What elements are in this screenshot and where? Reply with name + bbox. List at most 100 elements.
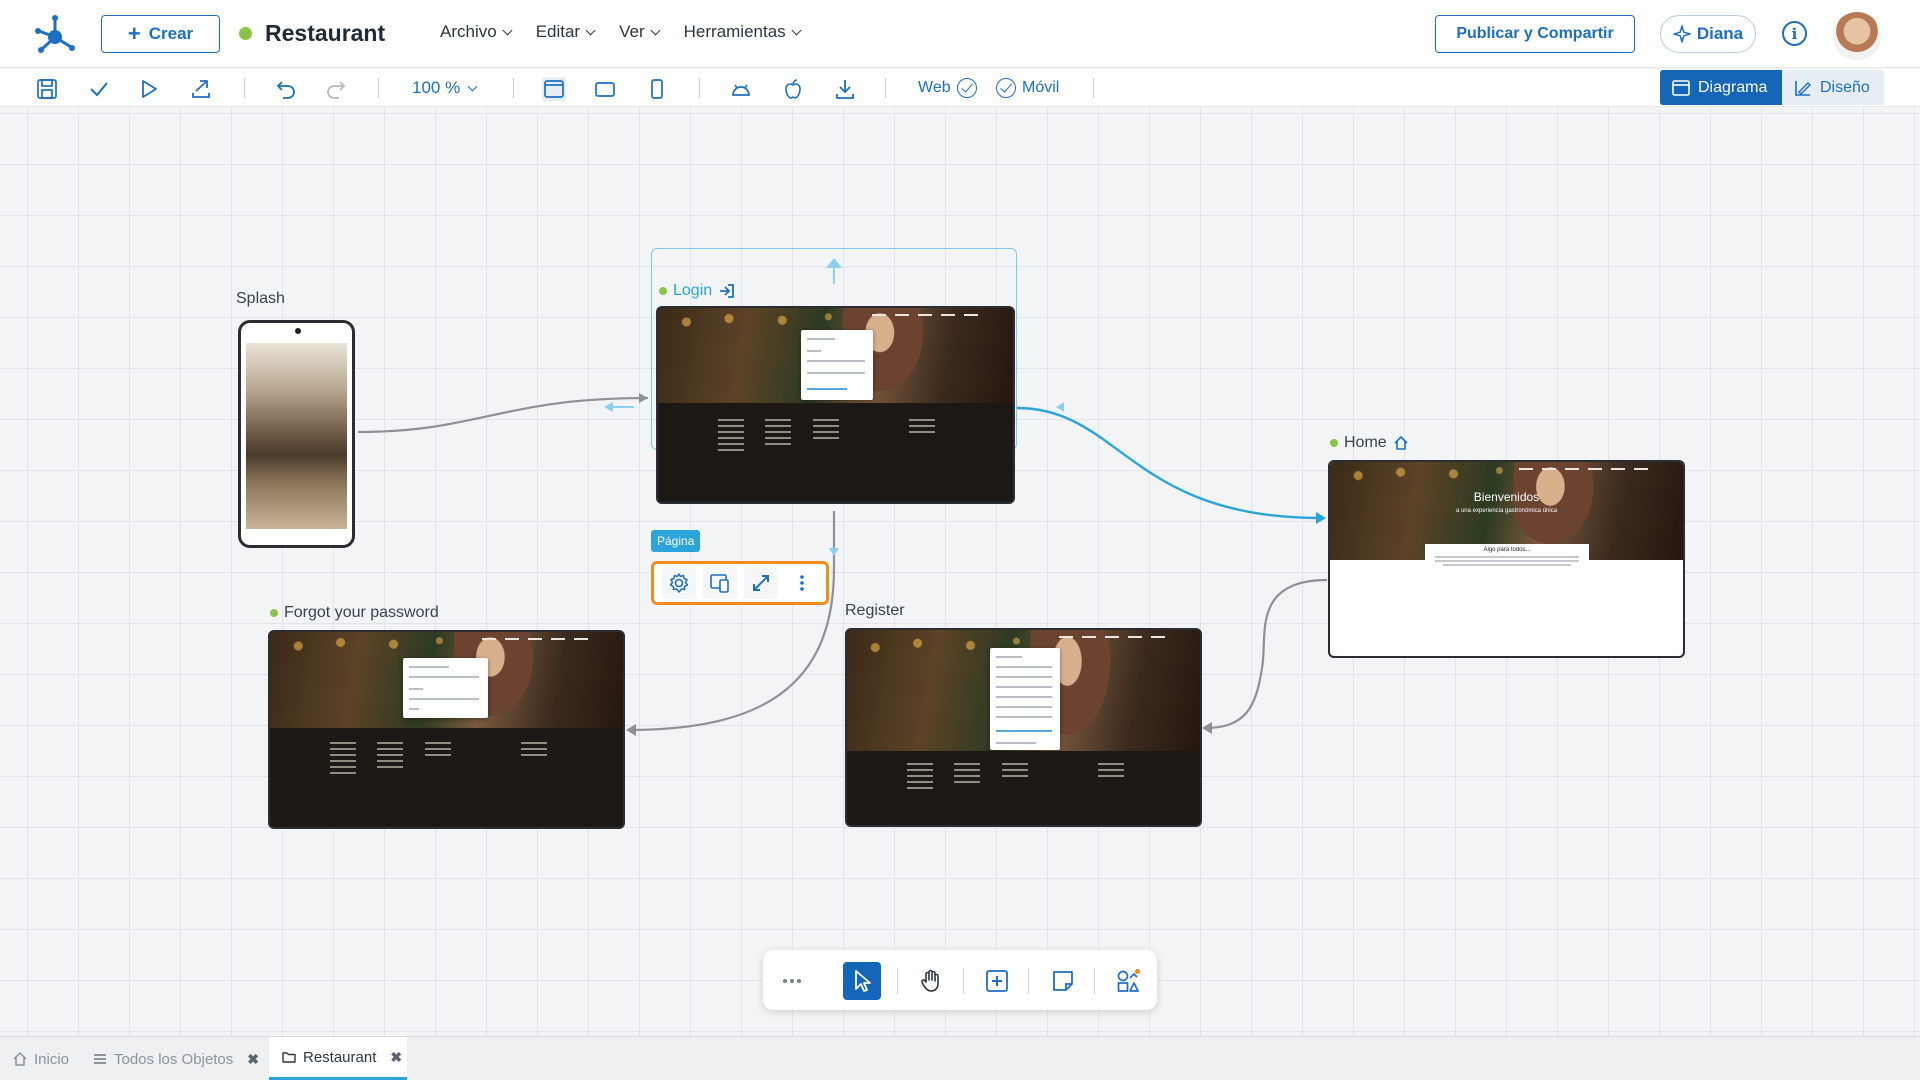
list-icon [94, 1054, 106, 1064]
more-options-button[interactable] [785, 567, 819, 599]
publish-share-button[interactable]: Publicar y Compartir [1435, 15, 1635, 53]
desktop-view-icon[interactable] [542, 77, 566, 101]
web-platform-toggle[interactable]: Web [918, 78, 977, 98]
preview-nav [1518, 468, 1648, 470]
home-hero-subtitle: a una experiencia gastronómica única [1455, 508, 1558, 514]
more-horizontal-icon [783, 979, 801, 983]
toolbar-divider [244, 78, 245, 98]
page-node-register[interactable] [845, 628, 1202, 827]
redo-icon[interactable] [324, 77, 348, 101]
home-icon [1394, 436, 1408, 450]
undo-icon[interactable] [274, 77, 298, 101]
responsive-preview-button[interactable] [702, 567, 737, 599]
expand-icon [752, 575, 769, 591]
add-note-button[interactable] [1044, 962, 1082, 1000]
connector-splash-login [357, 396, 649, 434]
diagram-canvas[interactable]: Splash Login Página Forgot your password… [0, 108, 1920, 1036]
select-tool-button[interactable] [843, 962, 881, 1000]
page-node-home[interactable]: Bienvenidos a una experiencia gastronómi… [1328, 460, 1685, 658]
chevron-down-icon [650, 25, 661, 35]
diagram-view-button[interactable]: Diagrama [1660, 70, 1782, 105]
toolbar-divider [963, 968, 964, 994]
sparkle-icon [1673, 25, 1691, 43]
user-avatar[interactable] [1833, 12, 1881, 60]
toolbar-divider [378, 78, 379, 98]
menu-ver[interactable]: Ver [619, 22, 661, 42]
menu-herramientas[interactable]: Herramientas [684, 22, 802, 42]
more-tools-button[interactable] [773, 962, 811, 1000]
play-icon[interactable] [137, 77, 161, 101]
settings-button[interactable] [661, 567, 696, 599]
toolbar-divider [699, 78, 700, 98]
app-logo-icon[interactable] [34, 13, 76, 55]
page-node-splash[interactable] [238, 320, 355, 548]
app-header: + Crear Restaurant Archivo Editar Ver He… [0, 0, 1920, 68]
chevron-down-icon [467, 81, 478, 91]
menu-editar[interactable]: Editar [536, 22, 596, 42]
toolbar-divider [513, 78, 514, 98]
status-dot [1330, 439, 1338, 447]
close-tab-icon[interactable]: ✖ [390, 1049, 402, 1066]
node-title: Home [1344, 434, 1387, 451]
node-label-splash: Splash [236, 290, 285, 308]
node-label-forgot-password: Forgot your password [270, 604, 439, 622]
save-icon[interactable] [35, 77, 59, 101]
info-icon[interactable]: i [1782, 21, 1807, 46]
page-node-forgot-password[interactable] [268, 630, 625, 829]
home-hero-title: Bienvenidos [1473, 490, 1540, 504]
assistant-button[interactable]: Diana [1660, 15, 1756, 53]
design-view-button[interactable]: Diseño [1782, 70, 1884, 105]
diagram-icon [1672, 79, 1690, 96]
pan-tool-button[interactable] [912, 962, 950, 1000]
app-status-indicator [239, 27, 252, 40]
connector-login-home [1016, 406, 1321, 520]
page-preview-footer [658, 403, 1013, 502]
export-icon[interactable] [189, 77, 213, 101]
mobile-platform-toggle[interactable]: Móvil [996, 78, 1059, 98]
page-preview-footer [847, 751, 1200, 825]
tab-todos-los-objetos[interactable]: Todos los Objetos ✖ [92, 1037, 259, 1080]
chevron-down-icon [585, 25, 596, 35]
menu-archivo-label: Archivo [440, 22, 497, 41]
android-icon[interactable] [729, 77, 753, 101]
toolbar-divider [1093, 78, 1094, 98]
close-tab-icon[interactable]: ✖ [247, 1051, 259, 1068]
phone-camera-notch [295, 328, 301, 334]
zoom-select[interactable]: 100 % [412, 78, 478, 98]
node-title: Splash [236, 290, 285, 307]
toolbar-divider [897, 968, 898, 994]
preview-nav [1058, 636, 1165, 638]
node-context-toolbar [651, 561, 829, 605]
editor-toolbar: 100 % Web Móvil [0, 69, 1920, 107]
page-node-login[interactable] [656, 306, 1015, 504]
view-toggle: Diagrama Diseño [1660, 70, 1884, 105]
create-button[interactable]: + Crear [101, 15, 220, 53]
check-icon[interactable] [87, 77, 111, 101]
expand-button[interactable] [743, 567, 778, 599]
apple-icon[interactable] [781, 77, 805, 101]
home-section-title: Algo para todos... [1483, 547, 1531, 553]
main-menu: Archivo Editar Ver Herramientas [440, 22, 802, 42]
toolbar-divider [1094, 968, 1095, 994]
create-button-label: Crear [148, 24, 194, 43]
design-icon [1795, 80, 1811, 96]
check-circle-icon [996, 78, 1016, 98]
components-button[interactable] [1109, 962, 1147, 1000]
tablet-view-icon[interactable] [593, 77, 617, 101]
preview-nav [481, 638, 588, 640]
app-title: Restaurant [265, 20, 386, 46]
download-icon[interactable] [833, 77, 857, 101]
zoom-value: 100 % [412, 78, 461, 97]
menu-archivo[interactable]: Archivo [440, 22, 513, 42]
splash-preview-image [246, 343, 347, 529]
shapes-icon [1117, 969, 1140, 992]
chevron-down-icon [791, 25, 802, 35]
home-intro-card: Algo para todos... [1425, 544, 1589, 574]
add-page-button[interactable] [978, 962, 1016, 1000]
tab-restaurant[interactable]: Restaurant ✖ [269, 1037, 407, 1080]
login-preview-modal [801, 330, 873, 400]
tab-inicio[interactable]: Inicio [12, 1037, 69, 1080]
menu-ver-label: Ver [619, 22, 645, 41]
gear-icon [669, 573, 688, 593]
phone-view-icon[interactable] [645, 77, 669, 101]
